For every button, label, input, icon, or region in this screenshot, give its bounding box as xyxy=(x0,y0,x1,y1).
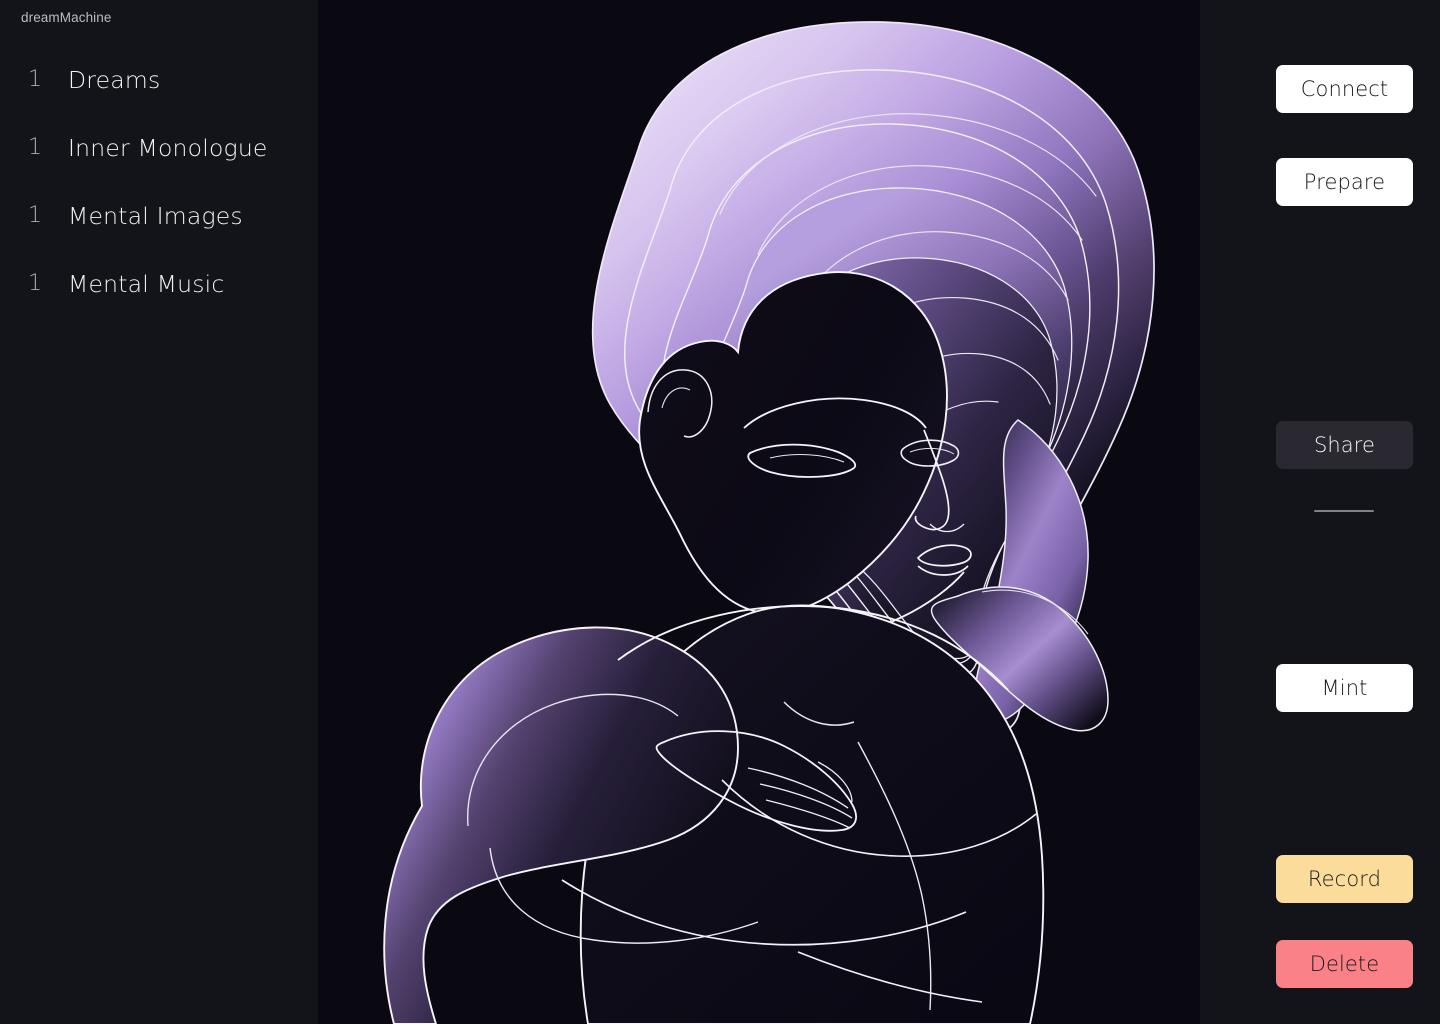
share-button[interactable]: Share xyxy=(1276,421,1413,469)
sidebar-item-mental-images[interactable]: 1 Mental Images xyxy=(0,193,318,238)
record-button[interactable]: Record xyxy=(1276,855,1413,903)
sidebar-item-index: 1 xyxy=(28,67,42,92)
sidebar-item-index: 1 xyxy=(28,271,42,296)
dream-portrait-illustration xyxy=(318,0,1200,1024)
app-title: dreamMachine xyxy=(21,10,112,25)
prepare-button[interactable]: Prepare xyxy=(1276,158,1413,206)
sidebar-item-dreams[interactable]: 1 Dreams xyxy=(0,57,318,102)
right-sidebar: Connect Prepare Share Mint Record Delete xyxy=(1200,0,1440,1024)
mint-button[interactable]: Mint xyxy=(1276,664,1413,712)
app-root: dreamMachine 1 Dreams 1 Inner Monologue … xyxy=(0,0,1440,1024)
delete-button[interactable]: Delete xyxy=(1276,940,1413,988)
sidebar-item-mental-music[interactable]: 1 Mental Music xyxy=(0,261,318,306)
left-sidebar: dreamMachine 1 Dreams 1 Inner Monologue … xyxy=(0,0,318,1024)
sidebar-item-inner-monologue[interactable]: 1 Inner Monologue xyxy=(0,125,318,170)
section-divider xyxy=(1314,510,1374,512)
artwork-canvas[interactable] xyxy=(318,0,1200,1024)
connect-button[interactable]: Connect xyxy=(1276,65,1413,113)
sidebar-item-label: Dreams xyxy=(68,65,161,94)
sidebar-nav-list: 1 Dreams 1 Inner Monologue 1 Mental Imag… xyxy=(0,57,318,329)
sidebar-item-index: 1 xyxy=(28,203,42,228)
sidebar-item-label: Mental Music xyxy=(68,269,225,298)
sidebar-item-label: Mental Images xyxy=(68,201,243,230)
sidebar-item-label: Inner Monologue xyxy=(68,133,268,162)
sidebar-item-index: 1 xyxy=(28,135,42,160)
